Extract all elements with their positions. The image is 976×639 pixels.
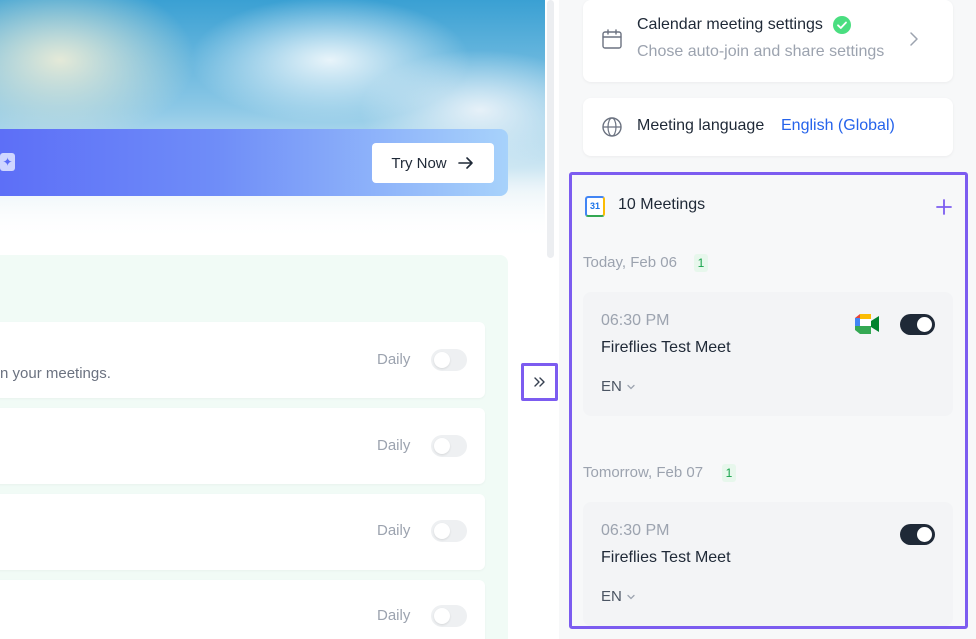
main-content: ✦ Try Now n your meetings. Daily Daily D…: [0, 0, 545, 639]
google-calendar-icon: 31: [585, 196, 605, 217]
arrow-right-icon: [457, 157, 473, 169]
globe-icon: [602, 117, 622, 137]
feature-row: [0, 580, 485, 639]
frequency-label: Daily: [377, 522, 411, 539]
sparkle-icon: ✦: [0, 153, 15, 171]
meetings-count: 10 Meetings: [618, 196, 706, 213]
calendar-icon: [602, 29, 622, 49]
feature-row-description: n your meetings.: [0, 365, 111, 382]
meeting-language-select[interactable]: EN: [601, 588, 636, 605]
collapse-sidebar-button[interactable]: [521, 363, 558, 401]
chevron-down-icon: [627, 384, 635, 389]
feature-row: [0, 494, 485, 570]
feature-toggle[interactable]: [431, 605, 467, 627]
date-group-label: Tomorrow, Feb 07: [583, 464, 704, 481]
double-chevron-right-icon: [533, 377, 545, 387]
meeting-time: 06:30 PM: [601, 522, 670, 539]
meeting-title: Fireflies Test Meet: [601, 339, 731, 356]
calendar-settings-title: Calendar meeting settings: [637, 16, 823, 33]
feature-toggle[interactable]: [431, 435, 467, 457]
meeting-title: Fireflies Test Meet: [601, 549, 731, 566]
meeting-language-label: Meeting language: [637, 117, 765, 134]
try-now-label: Try Now: [391, 154, 447, 172]
feature-row: [0, 322, 485, 398]
frequency-label: Daily: [377, 351, 411, 368]
feature-toggle[interactable]: [431, 520, 467, 542]
meeting-auto-join-toggle[interactable]: [900, 524, 935, 545]
meeting-language-link[interactable]: English (Global): [781, 117, 895, 135]
meeting-auto-join-toggle[interactable]: [900, 314, 935, 335]
date-group-count: 1: [722, 464, 736, 482]
chevron-down-icon: [627, 594, 635, 599]
google-meet-icon: [855, 314, 879, 334]
scrollbar[interactable]: [547, 0, 554, 258]
date-group-count: 1: [694, 254, 708, 272]
calendar-settings-subtitle: Chose auto-join and share settings: [637, 43, 885, 60]
chevron-right-icon[interactable]: [908, 31, 920, 47]
check-circle-icon: [833, 16, 851, 34]
add-meeting-icon[interactable]: [935, 198, 953, 216]
try-now-button[interactable]: Try Now: [372, 143, 494, 183]
frequency-label: Daily: [377, 607, 411, 624]
frequency-label: Daily: [377, 437, 411, 454]
feature-row: [0, 408, 485, 484]
calendar-settings-card[interactable]: [583, 0, 953, 82]
meeting-language-select[interactable]: EN: [601, 378, 636, 395]
feature-toggle[interactable]: [431, 349, 467, 371]
date-group-label: Today, Feb 06: [583, 254, 677, 271]
meeting-time: 06:30 PM: [601, 312, 670, 329]
